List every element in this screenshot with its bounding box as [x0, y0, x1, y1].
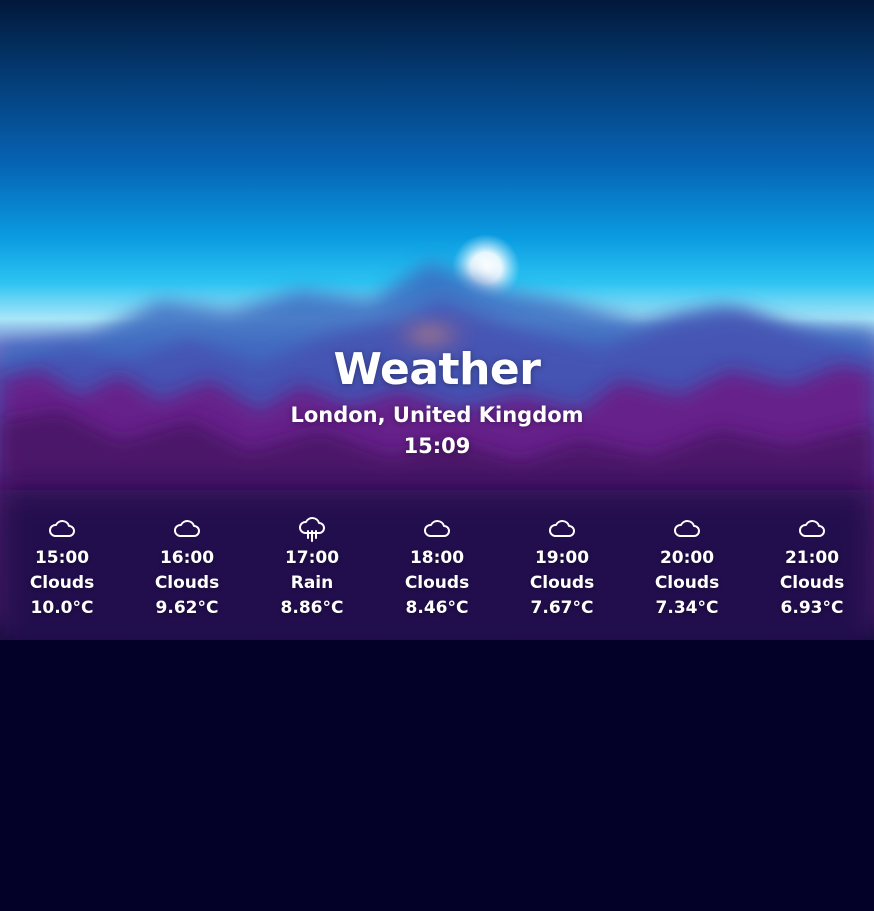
cloud-icon [549, 520, 575, 537]
cloud-icon [674, 520, 700, 537]
forecast-slot: 21:00 Clouds 6.93°C [757, 514, 867, 621]
forecast-time: 17:00 [284, 548, 340, 568]
current-time: 15:09 [403, 434, 471, 458]
forecast-temp: 6.93°C [780, 598, 844, 618]
forecast-condition: Clouds [779, 573, 845, 593]
weather-header: Weather London, United Kingdom 15:09 [0, 340, 874, 462]
forecast-temp: 8.46°C [405, 598, 469, 618]
forecast-time: 21:00 [784, 548, 840, 568]
forecast-time: 16:00 [159, 548, 215, 568]
forecast-temp: 9.62°C [155, 598, 219, 618]
forecast-slot: 17:00 Rain 8.86°C [257, 514, 367, 621]
forecast-temp: 8.86°C [280, 598, 344, 618]
forecast-slot: 20:00 Clouds 7.34°C [632, 514, 742, 621]
forecast-slot: 16:00 Clouds 9.62°C [132, 514, 242, 621]
forecast-condition: Clouds [154, 573, 220, 593]
rain-cloud-icon [299, 517, 325, 542]
forecast-slot: 18:00 Clouds 8.46°C [382, 514, 492, 621]
forecast-condition: Clouds [29, 573, 95, 593]
forecast-time: 19:00 [534, 548, 590, 568]
cloud-icon [49, 520, 75, 537]
forecast-condition: Clouds [404, 573, 470, 593]
forecast-slot: 19:00 Clouds 7.67°C [507, 514, 617, 621]
cloud-icon [174, 520, 200, 537]
forecast-temp: 7.67°C [530, 598, 594, 618]
forecast-condition: Clouds [529, 573, 595, 593]
weather-app: Weather London, United Kingdom 15:09 15:… [0, 0, 874, 911]
forecast-temp: 10.0°C [30, 598, 94, 618]
location-label: London, United Kingdom [290, 403, 584, 427]
forecast-condition: Rain [290, 573, 334, 593]
forecast-time: 15:00 [34, 548, 90, 568]
cloud-icon [799, 520, 825, 537]
forecast-condition: Clouds [654, 573, 720, 593]
forecast-temp: 7.34°C [655, 598, 719, 618]
forecast-time: 18:00 [409, 548, 465, 568]
forecast-time: 20:00 [659, 548, 715, 568]
cloud-icon [424, 520, 450, 537]
forecast-slot: 15:00 Clouds 10.0°C [7, 514, 117, 621]
hourly-forecast: 15:00 Clouds 10.0°C 16:00 Clouds 9.62°C … [0, 514, 874, 634]
page-title: Weather [333, 344, 541, 395]
